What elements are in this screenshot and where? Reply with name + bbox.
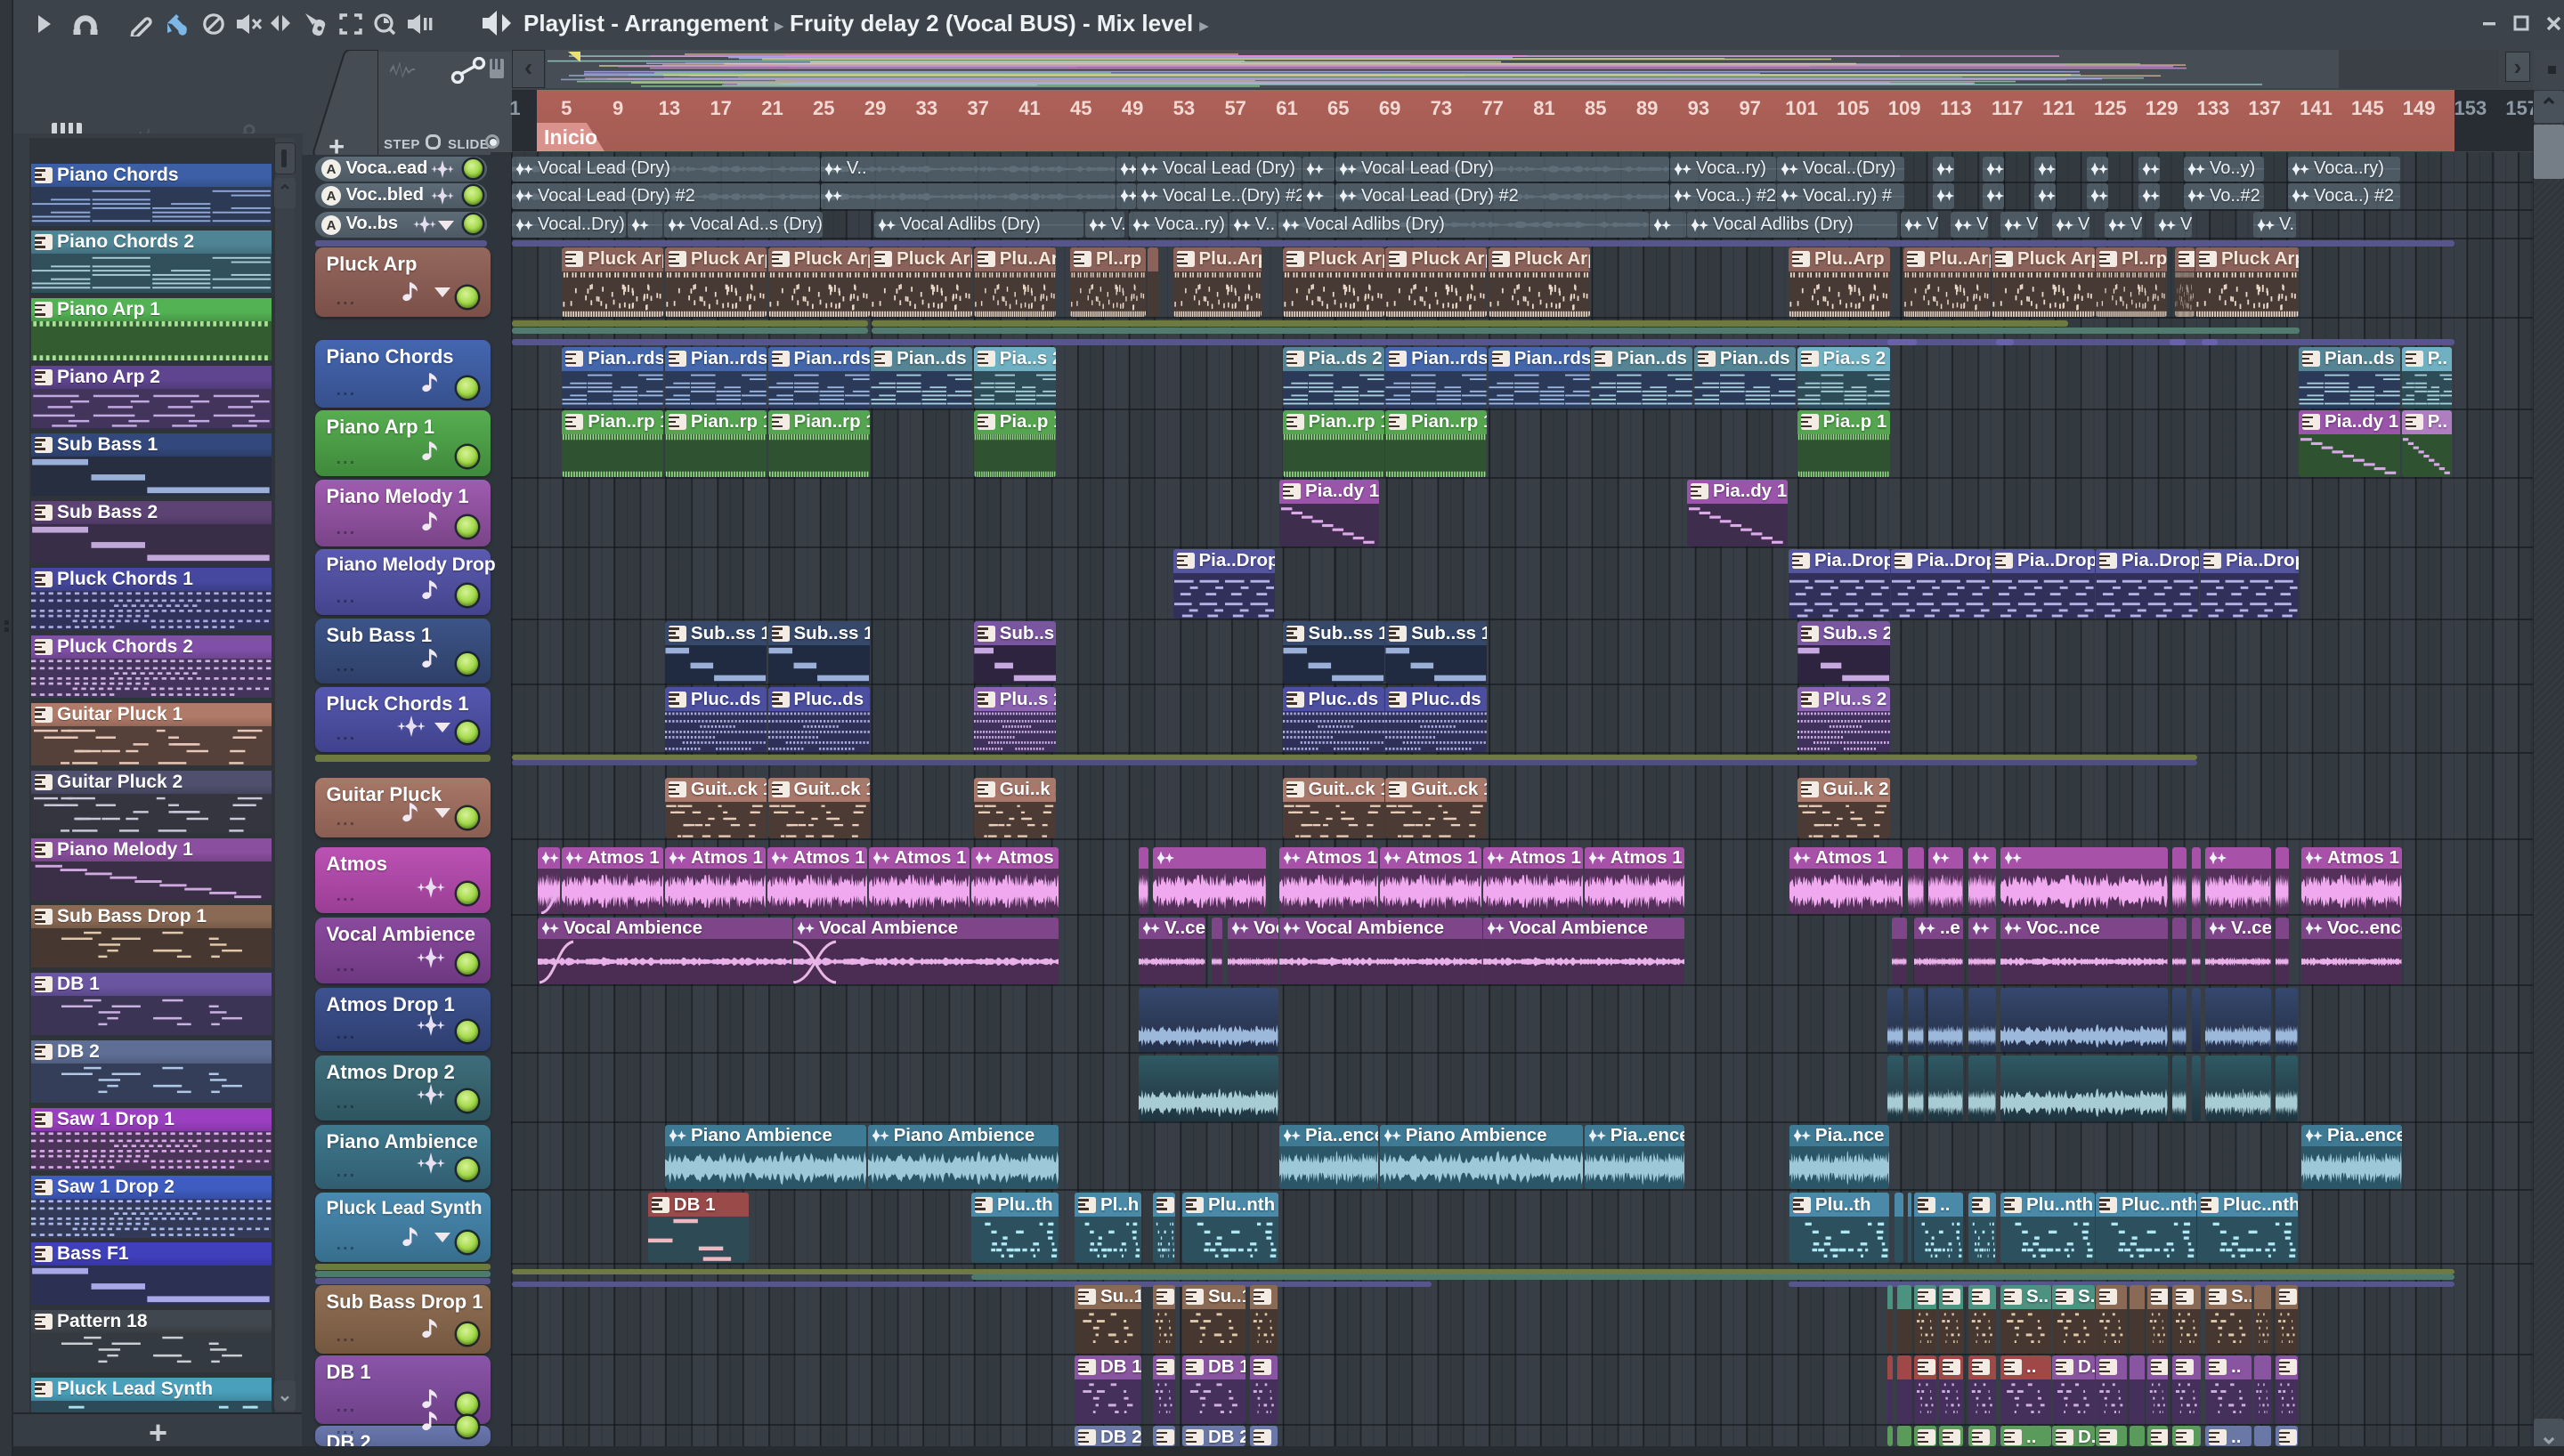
svg-text:A: A [326,162,336,177]
svg-text:A: A [326,189,336,204]
svg-text:A: A [326,218,336,233]
